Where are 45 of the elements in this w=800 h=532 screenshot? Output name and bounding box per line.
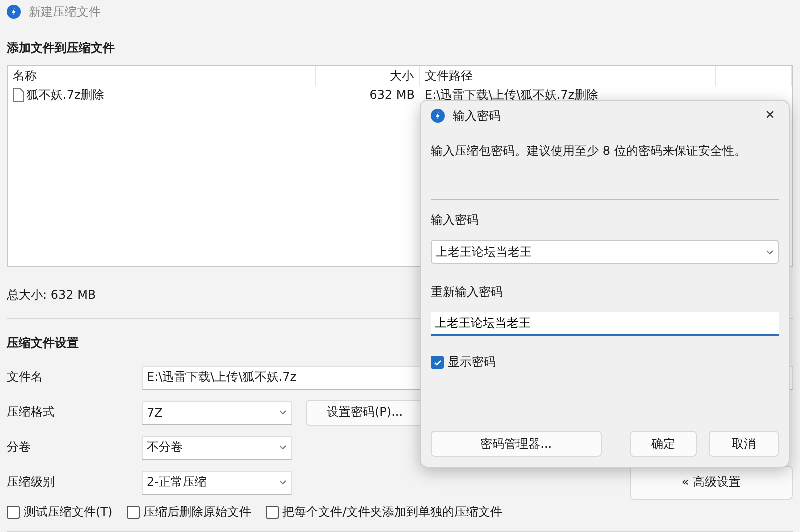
checkbox[interactable]	[7, 506, 20, 519]
close-button[interactable]: ×	[762, 107, 779, 125]
file-icon	[13, 88, 24, 102]
dialog-button[interactable]: 确定	[630, 431, 698, 457]
column-header[interactable]: 名称	[8, 66, 316, 86]
format-select[interactable]: 7Z	[142, 400, 292, 424]
chevron-down-icon	[279, 445, 287, 450]
dialog-button[interactable]: 密码管理器...	[431, 431, 602, 457]
confirm-password-field[interactable]: 上老王论坛当老王	[431, 312, 779, 336]
window-title: 新建压缩文件	[29, 4, 101, 20]
checkbox[interactable]	[431, 356, 444, 369]
field-label: 文件名	[7, 369, 44, 386]
column-header[interactable]: 大小	[316, 66, 420, 86]
file-name-cell[interactable]: 狐不妖.7z删除	[8, 86, 316, 104]
checkbox-label: 把每个文件/文件夹添加到单独的压缩文件	[282, 504, 503, 521]
checkbox[interactable]	[266, 506, 279, 519]
total-size: 总大小: 632 MB	[7, 288, 96, 302]
dialog-message: 输入压缩包密码。建议使用至少 8 位的密码来保证安全性。	[431, 144, 746, 158]
app-logo-icon	[7, 5, 21, 19]
chevron-down-icon	[279, 480, 287, 485]
section-heading: 压缩文件设置	[7, 335, 79, 352]
table-cell-text: E:\迅雷下载\上传\狐不妖.7z删除	[424, 86, 600, 104]
column-header[interactable]: 文件路径	[420, 66, 716, 86]
app-logo-icon	[431, 109, 445, 123]
section-heading: 添加文件到压缩文件	[7, 40, 115, 57]
level-select[interactable]: 2-正常压缩	[142, 470, 292, 494]
field-label: 压缩格式	[7, 404, 56, 421]
dialog-button[interactable]: 取消	[709, 431, 779, 457]
advanced-settings-button[interactable]: « 高级设置	[630, 466, 793, 500]
check-icon	[434, 358, 442, 366]
checkbox-label: 测试压缩文件(T)	[24, 504, 113, 521]
field-label: 分卷	[7, 439, 32, 456]
field-label: 输入密码	[431, 213, 479, 227]
checkbox-label: 显示密码	[448, 354, 496, 371]
checkbox-label: 压缩后删除原始文件	[144, 504, 252, 521]
checkbox[interactable]	[126, 506, 140, 519]
table-cell-text: 632 MB	[368, 88, 416, 102]
password-combo[interactable]: 上老王论坛当老王	[431, 240, 779, 264]
dialog-title: 输入密码	[453, 108, 501, 124]
file-name: 狐不妖.7z删除	[27, 86, 105, 104]
split-select[interactable]: 不分卷	[142, 436, 292, 460]
chevron-down-icon	[766, 250, 774, 254]
field-label: 重新输入密码	[431, 285, 503, 299]
field-label: 压缩级别	[7, 474, 56, 491]
chevron-down-icon	[279, 410, 287, 415]
